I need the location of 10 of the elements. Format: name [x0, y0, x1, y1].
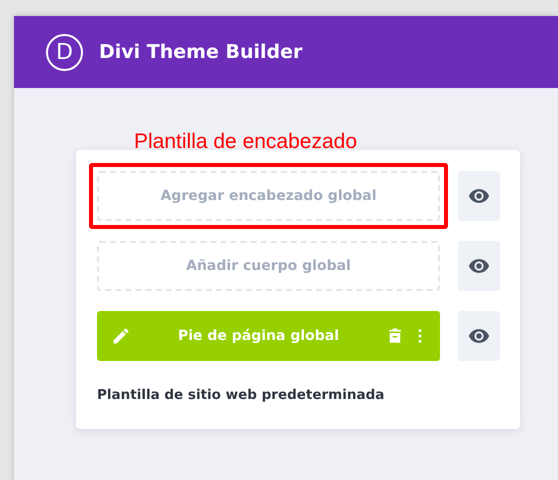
visibility-button[interactable]: [458, 171, 500, 221]
add-area-button[interactable]: Agregar encabezado global: [97, 171, 440, 221]
add-area-button[interactable]: Añadir cuerpo global: [97, 241, 440, 291]
visibility-button[interactable]: [458, 241, 500, 291]
visibility-button[interactable]: [458, 311, 500, 361]
window-title: Divi Theme Builder: [99, 41, 302, 63]
annotation-label: Plantilla de encabezado: [134, 130, 358, 154]
layout-name[interactable]: Pie de página global: [145, 328, 372, 344]
logo-badge: D: [46, 34, 83, 70]
template-name: Plantilla de sitio web predeterminada: [97, 387, 386, 403]
